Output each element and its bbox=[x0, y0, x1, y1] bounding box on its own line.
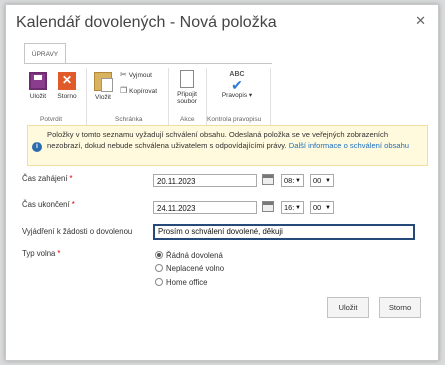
save-icon bbox=[29, 72, 47, 90]
calendar-icon[interactable] bbox=[262, 174, 274, 185]
ribbon-paste-button[interactable]: Vložit bbox=[92, 72, 114, 101]
cancel-icon: ✕ bbox=[58, 72, 76, 90]
scissors-icon: ✂ bbox=[120, 70, 127, 79]
end-time-label: Čas ukončení * bbox=[22, 200, 75, 209]
paste-icon bbox=[94, 72, 113, 92]
group-label-kontrola-pravopisu: Kontrola pravopisu bbox=[207, 116, 262, 123]
start-date-input[interactable]: 20.11.2023 bbox=[153, 174, 257, 187]
end-date-input[interactable]: 24.11.2023 bbox=[153, 201, 257, 214]
start-hour-select[interactable]: 08: ▼ bbox=[281, 174, 304, 187]
checkmark-icon: ✔ bbox=[231, 77, 243, 93]
ribbon-separator bbox=[86, 68, 87, 126]
ribbon-spelling-button[interactable]: ABC ✔ Pravopis ▾ bbox=[220, 70, 254, 99]
calendar-icon[interactable] bbox=[262, 201, 274, 212]
dialog-title: Kalendář dovolených - Nová položka bbox=[16, 14, 277, 31]
end-hour-select[interactable]: 16: ▼ bbox=[281, 201, 304, 214]
group-label-potvrdit: Potvrdit bbox=[40, 116, 63, 123]
ribbon-copy-button[interactable]: ❐ Kopírovat bbox=[120, 86, 157, 95]
ribbon-cut-button[interactable]: ✂ Vyjmout bbox=[120, 70, 152, 79]
paperclip-icon bbox=[180, 70, 194, 88]
start-time-label: Čas zahájení * bbox=[22, 174, 73, 183]
leave-type-label: Typ volna * bbox=[22, 249, 61, 258]
end-minute-select[interactable]: 00 ▼ bbox=[310, 201, 334, 214]
group-label-schranka: Schránka bbox=[115, 116, 143, 123]
comment-input[interactable]: Prosím o schválení dovolené, děkuji bbox=[153, 224, 415, 240]
approval-info-bar: i Položky v tomto seznamu vyžadují schvá… bbox=[27, 125, 428, 166]
save-button[interactable]: Uložit bbox=[327, 297, 369, 318]
ribbon: Uložit ✕ Storno Potvrdit Vložit ✂ Vyjmout… bbox=[24, 63, 272, 127]
ribbon-attach-file-button[interactable]: Připojit soubor bbox=[172, 70, 202, 105]
ribbon-separator bbox=[168, 68, 169, 126]
radio-button[interactable] bbox=[155, 278, 163, 286]
tab-upravy[interactable]: ÚPRAVY bbox=[24, 43, 66, 64]
start-minute-select[interactable]: 00 ▼ bbox=[310, 174, 334, 187]
radio-option-radna-dovolena[interactable]: Řádná dovolená bbox=[155, 251, 223, 260]
radio-option-neplacene-volno[interactable]: Neplacené volno bbox=[155, 264, 224, 273]
info-icon: i bbox=[32, 142, 42, 152]
comment-label: Vyjádření k žádosti o dovolenou bbox=[22, 227, 133, 236]
ribbon-save-button[interactable]: Uložit bbox=[26, 72, 50, 100]
copy-icon: ❐ bbox=[120, 86, 128, 95]
ribbon-cancel-button[interactable]: ✕ Storno bbox=[54, 72, 80, 100]
cancel-button[interactable]: Storno bbox=[379, 297, 421, 318]
info-link[interactable]: Další informace o schválení obsahu bbox=[289, 141, 409, 150]
radio-button[interactable] bbox=[155, 251, 163, 259]
ribbon-separator bbox=[270, 68, 271, 126]
group-label-akce: Akce bbox=[180, 116, 195, 123]
close-icon[interactable]: ✕ bbox=[415, 13, 426, 29]
radio-button[interactable] bbox=[155, 264, 163, 272]
radio-option-home-office[interactable]: Home office bbox=[155, 278, 207, 287]
